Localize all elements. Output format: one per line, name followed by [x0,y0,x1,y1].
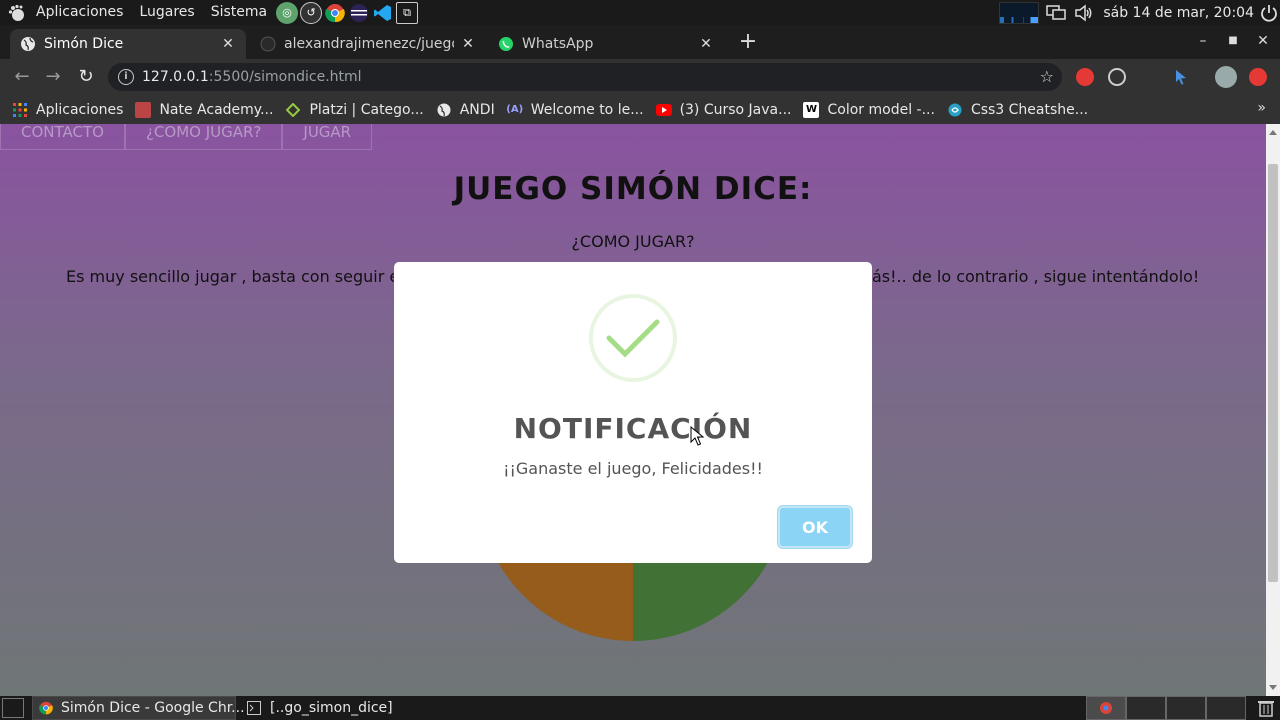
more-bookmarks-icon[interactable]: » [1257,100,1266,116]
workspace-2[interactable] [1126,696,1166,720]
close-window-icon[interactable]: ✕ [1253,31,1273,51]
clock[interactable]: sáb 14 de mar, 20:04 [1103,5,1254,21]
menu-sistema[interactable]: Sistema [203,0,275,25]
bookmark-welcome[interactable]: (A) Welcome to le... [506,101,644,118]
platzi-icon [285,102,301,118]
dialog-title: NOTIFICACIÓN [513,412,753,445]
site-info-icon[interactable]: i [118,69,134,85]
bookmark-andi[interactable]: ANDI [436,102,495,118]
dialog-message: ¡¡Ganaste el juego, Felicidades!! [503,459,763,478]
globe-icon [20,36,36,52]
url-path: :5500/simondice.html [208,69,362,85]
adblock-extension-icon[interactable] [1076,68,1094,86]
network-monitor-graph [999,1,1040,24]
bookmark-star-icon[interactable]: ☆ [1040,67,1054,86]
tab-label: alexandrajimenezc/juego [284,36,454,52]
address-bar[interactable]: i 127.0.0.1:5500/simondice.html ☆ [108,63,1062,91]
forward-icon[interactable]: → [41,65,65,89]
top-panel: Aplicaciones Lugares Sistema ◎ ↺ ⧉ sáb 1… [0,0,1280,25]
trash-icon[interactable] [1256,698,1278,718]
tab-github[interactable]: alexandrajimenezc/juego ✕ [250,29,486,59]
screenshot-launcher-icon[interactable]: ⧉ [396,1,419,24]
bookmark-nate-academy[interactable]: Nate Academy... [135,101,274,118]
bookmark-label: Color model -... [827,101,935,118]
cursor-extension-icon[interactable] [1172,68,1190,86]
chrome-icon [39,700,53,716]
update-icon[interactable] [1249,68,1267,86]
taskbar-label: [..go_simon_dice] [270,700,393,716]
bookmark-label: Aplicaciones [36,101,124,118]
close-tab-icon[interactable]: ✕ [460,36,476,52]
ok-button[interactable]: OK [778,506,852,548]
tab-label: Simón Dice [44,36,124,52]
close-tab-icon[interactable]: ✕ [698,36,714,52]
bookmark-label: (3) Curso Java... [679,101,792,118]
wikipedia-icon: W [803,101,820,118]
tab-whatsapp[interactable]: WhatsApp ✕ [488,29,724,59]
taskbar-label: Simón Dice - Google Chr... [61,700,245,716]
menu-lugares[interactable]: Lugares [131,0,202,25]
page-scrollbar[interactable] [1266,124,1280,696]
chrome-launcher-icon[interactable] [324,2,346,24]
tab-simon-dice[interactable]: Simón Dice ✕ [10,29,246,59]
close-tab-icon[interactable]: ✕ [220,36,236,52]
bookmark-label: Css3 Cheatshe... [970,101,1089,118]
workspace-3[interactable] [1166,696,1206,720]
app-launcher-icon[interactable]: ◎ [276,1,299,24]
menu-aplicaciones[interactable]: Aplicaciones [28,0,131,25]
power-icon[interactable] [1258,2,1280,24]
new-tab-icon[interactable]: + [736,31,760,55]
taskbar-item-chrome[interactable]: Simón Dice - Google Chr... [32,696,245,720]
workspace-4[interactable] [1206,696,1246,720]
tab-label: WhatsApp [522,36,594,52]
bookmark-css3-cheatsheet[interactable]: Css3 Cheatshe... [947,102,1088,118]
taskbar-item-terminal[interactable]: [..go_simon_dice] [240,696,440,720]
tab-strip: Simón Dice ✕ alexandrajimenezc/juego ✕ W… [0,25,1280,59]
youtube-icon [655,102,672,118]
target-extension-icon[interactable] [1108,68,1126,86]
terminal-icon [246,700,262,716]
avatar-icon [135,101,152,118]
minimize-icon[interactable]: – [1193,31,1213,51]
github-icon [260,36,276,52]
scroll-thumb[interactable] [1268,164,1278,582]
cheatsheet-icon [947,102,963,118]
show-desktop-icon[interactable] [2,698,24,718]
bookmark-aplicaciones[interactable]: Aplicaciones [12,102,123,118]
gnome-foot-icon[interactable] [6,2,28,24]
volume-icon[interactable] [1073,2,1095,24]
browser-toolbar: ← → ↻ i 127.0.0.1:5500/simondice.html ☆ [0,59,1280,95]
scroll-up-icon[interactable] [1269,130,1277,135]
scroll-down-icon[interactable] [1269,685,1277,690]
reload-icon[interactable]: ↻ [74,65,98,89]
system-tray: sáb 14 de mar, 20:04 [999,0,1280,25]
vscode-launcher-icon[interactable] [372,2,394,24]
back-icon[interactable]: ← [10,65,34,89]
eclipse-launcher-icon[interactable] [348,2,370,24]
url-host: 127.0.0.1 [142,69,209,85]
a-logo-icon: (A) [506,104,524,115]
bottom-panel: Simón Dice - Google Chr... [..go_simon_d… [0,696,1280,720]
workspace-1[interactable] [1086,696,1126,720]
mouse-cursor-icon [690,425,705,450]
globe-icon [436,102,452,118]
bookmark-label: Platzi | Catego... [309,101,424,118]
bookmark-color-model[interactable]: W Color model -... [803,101,935,118]
notification-dialog: NOTIFICACIÓN ¡¡Ganaste el juego, Felicid… [394,262,872,563]
bookmark-curso-java[interactable]: (3) Curso Java... [655,101,792,118]
apps-grid-icon [12,102,28,118]
success-check-icon [589,294,677,382]
maximize-icon[interactable]: ■ [1223,31,1243,51]
network-icon[interactable] [1045,2,1067,24]
bookmark-label: ANDI [459,101,495,118]
profile-avatar[interactable] [1215,66,1237,88]
pomodoro-launcher-icon[interactable]: ↺ [300,1,323,24]
bookmarks-bar: Aplicaciones Nate Academy... Platzi | Ca… [0,95,1280,124]
bookmark-platzi[interactable]: Platzi | Catego... [285,101,424,118]
bookmark-label: Nate Academy... [159,101,274,118]
bookmark-label: Welcome to le... [530,101,644,118]
whatsapp-icon [498,36,514,52]
